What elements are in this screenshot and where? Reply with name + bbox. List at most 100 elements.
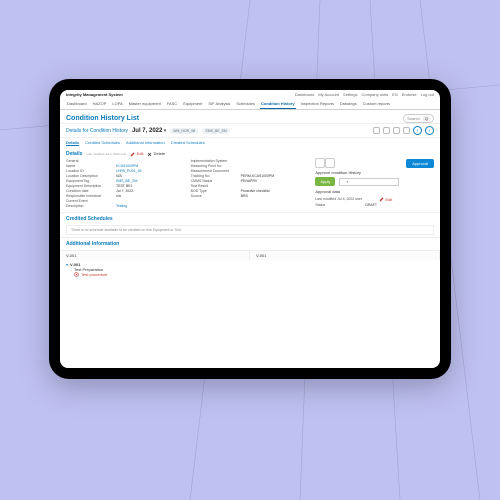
search-input[interactable]: Search Q: [403, 114, 434, 123]
k-mdoc: Measurement Document: [191, 169, 237, 173]
v-eq-tag: SMS_BE_SM: [116, 179, 137, 183]
k-mpn: Measuring Point No: [191, 164, 237, 168]
apply-button[interactable]: Apply: [315, 177, 335, 186]
k-cur-event: Current Event: [66, 199, 112, 203]
addl-col-b: V-001: [250, 251, 440, 260]
k-resp: Responsible Individual: [66, 194, 112, 198]
approval-edit-button[interactable]: Edit: [379, 197, 392, 202]
tree-caret-icon[interactable]: ▾: [66, 262, 68, 267]
k-eq-desc: Equipment Description: [66, 184, 112, 188]
print-icon[interactable]: [403, 127, 410, 134]
k-cond-date: Condition date: [66, 189, 112, 193]
badge-sms[interactable]: SMS_BE_SM: [202, 128, 229, 134]
v-resp: n/a: [116, 194, 121, 198]
grid-icon[interactable]: [393, 127, 400, 134]
top-utility-links: Dashboard My Account Settings Company un…: [295, 92, 434, 97]
k-track: Tracking No: [191, 174, 237, 178]
badge-wm[interactable]: WM_HOR_WI: [170, 128, 198, 134]
edit-button[interactable]: Edit: [130, 151, 143, 156]
tab-schedules[interactable]: Schedules: [235, 99, 256, 109]
tab-hazop[interactable]: HAZOP: [92, 99, 108, 109]
k-source: Source: [191, 194, 237, 198]
v-loc-id: LHR5_PU01_49: [116, 169, 142, 173]
v-source: BRS: [241, 194, 248, 198]
v-status: DRAFT: [365, 203, 377, 207]
link-endorse[interactable]: Endorse: [402, 92, 417, 97]
tab-dashboard[interactable]: Dashboard: [66, 99, 88, 109]
tab-master-equipment[interactable]: Master equipment: [128, 99, 162, 109]
approval-button[interactable]: Approval: [406, 159, 434, 168]
subtab-additional[interactable]: Additional Information: [126, 140, 165, 146]
subtab-credited[interactable]: Credited Schedules: [85, 140, 120, 146]
link-account[interactable]: My Account: [318, 92, 339, 97]
approval-meta: Last modified Jul 4, 2022 user: [315, 197, 375, 202]
cancel-icon: [74, 272, 79, 277]
link-dashboard[interactable]: Dashboard: [295, 92, 315, 97]
k-name: Name: [66, 164, 112, 168]
nav-fwd-icon[interactable]: [325, 158, 335, 168]
link-logout[interactable]: Log out: [421, 92, 434, 97]
k-test: Test Result: [191, 184, 237, 188]
v-loc-desc: N/A: [116, 174, 122, 178]
tab-drawings[interactable]: Drawings: [339, 99, 358, 109]
v-cond-date: Jul 7, 2022: [116, 189, 133, 193]
col-approval: Approval Approve condition History Apply…: [315, 158, 434, 208]
tab-sif-analysis[interactable]: SIF Analysis: [207, 99, 231, 109]
search-placeholder: Search: [407, 116, 420, 121]
approve-select[interactable]: [339, 178, 399, 186]
export-icon[interactable]: [373, 127, 380, 134]
link-lang[interactable]: EN: [392, 92, 398, 97]
details-heading: Details: [66, 151, 82, 157]
details-meta: Last modified Jul 4, 2022 user: [86, 152, 126, 156]
k-eq-tag: Equipment Tag: [66, 179, 112, 183]
date-picker[interactable]: Jul 7, 2022: [132, 128, 166, 134]
page-title: Condition History List: [66, 115, 139, 122]
x-icon: [147, 152, 152, 157]
k-general: General: [66, 159, 112, 163]
credited-heading: Credited Schedules: [60, 212, 440, 223]
k-cmms: CMMS Status: [191, 179, 237, 183]
v-bod: Proactive checklist: [241, 189, 270, 193]
details-grid: General Name KCA91000PM Location ID LHR5_P…: [60, 158, 440, 212]
k-desc: Description: [66, 204, 112, 208]
prev-record-button[interactable]: ‹: [413, 126, 422, 135]
app-screen: Integrity Management System Dashboard My…: [60, 90, 440, 368]
search-q-badge: Q: [423, 116, 430, 121]
addl-col-a: V-001: [60, 251, 250, 260]
subtab-details[interactable]: Details: [66, 140, 79, 146]
col-general: General Name KCA91000PM Location ID LHR5_P…: [66, 158, 185, 208]
tablet-frame: Integrity Management System Dashboard My…: [49, 79, 451, 379]
detail-label: Details for Condition History: [66, 128, 128, 134]
tab-condition-history[interactable]: Condition History: [260, 99, 296, 109]
app-title: Integrity Management System: [66, 92, 123, 97]
k-bod: BOD Type: [191, 189, 237, 193]
addl-heading: Additional Information: [60, 237, 440, 248]
delete-button[interactable]: Delete: [147, 151, 165, 156]
approval-data-title: Approval data: [315, 189, 434, 194]
link-company[interactable]: Company units: [361, 92, 388, 97]
tab-lopa[interactable]: LOPA: [111, 99, 123, 109]
col-implementation: Implementation System Measuring Point No…: [191, 158, 310, 208]
k-status: Status: [315, 203, 361, 207]
credited-empty-msg: There is no schedule available to be cre…: [66, 225, 434, 235]
link-settings[interactable]: Settings: [343, 92, 357, 97]
k-loc-id: Location ID: [66, 169, 112, 173]
approve-history-title: Approve condition History: [315, 170, 434, 175]
pencil-icon: [130, 152, 135, 157]
tree-task[interactable]: Test procedure: [74, 272, 434, 277]
main-tabs: Dashboard HAZOP LOPA Master equipment FA…: [60, 97, 440, 110]
addl-tree: ▾V-001 Test Preparation Test procedure: [60, 260, 440, 279]
v-track: PERM-KCA91000PM: [241, 174, 274, 178]
v-desc: Testing: [116, 204, 127, 208]
tab-inspection-reports[interactable]: Inspection Reports: [300, 99, 335, 109]
k-loc-desc: Location Description: [66, 174, 112, 178]
download-icon[interactable]: [383, 127, 390, 134]
tab-equipment[interactable]: Equipment: [182, 99, 203, 109]
tab-custom-reports[interactable]: Custom reports: [362, 99, 391, 109]
next-record-button[interactable]: ›: [425, 126, 434, 135]
v-cmms: PENAPRV: [241, 179, 258, 183]
tab-fasc[interactable]: FASC: [166, 99, 178, 109]
v-name: KCA91000PM: [116, 164, 138, 168]
subtab-created-schedules[interactable]: Created Schedules: [171, 140, 205, 146]
nav-back-icon[interactable]: [315, 158, 325, 168]
